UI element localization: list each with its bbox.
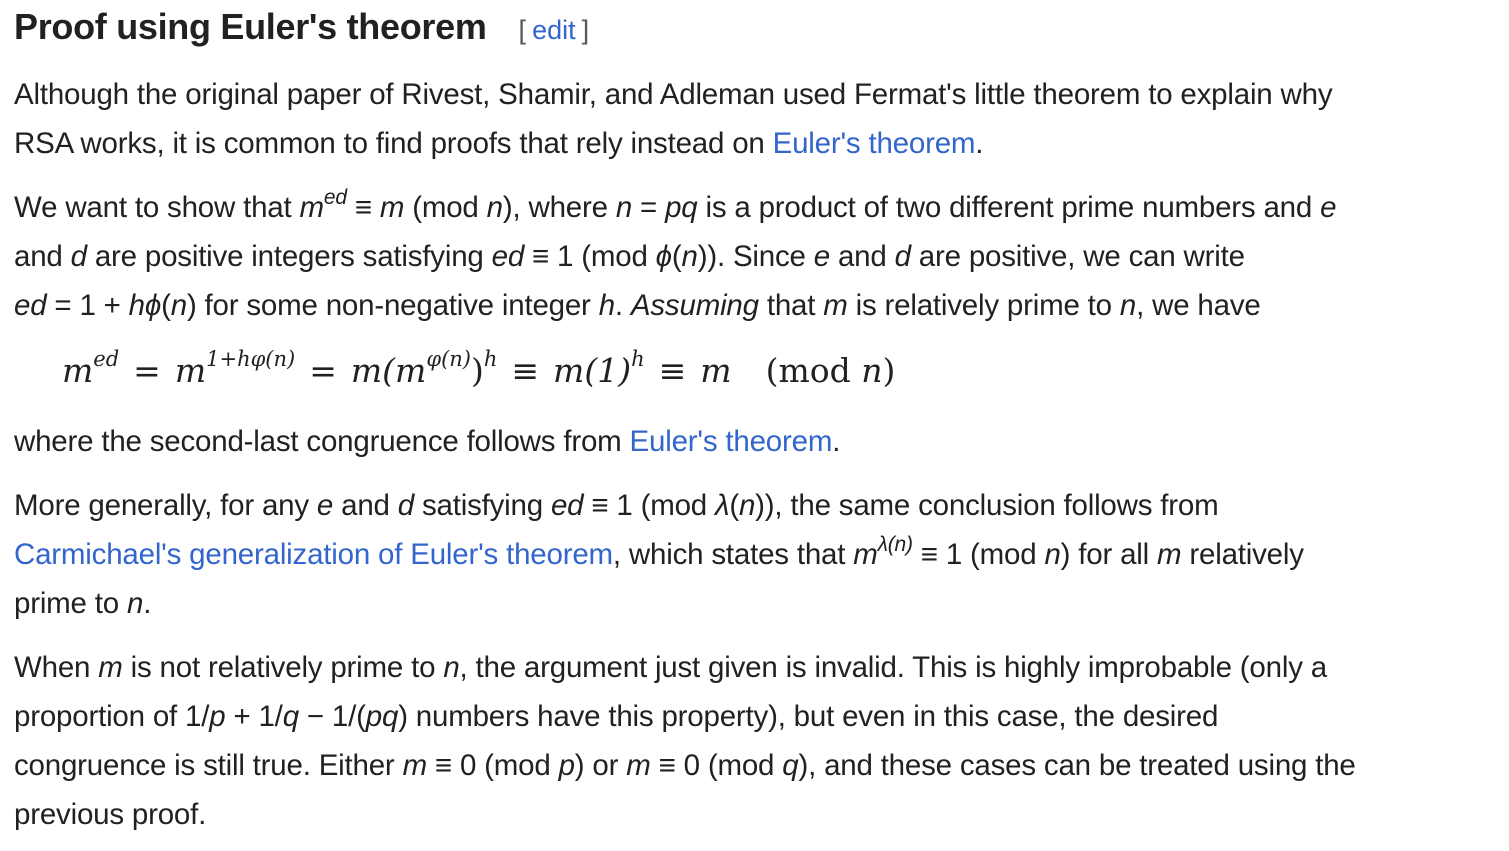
eulers-theorem-link-2[interactable]: Euler's theorem [630, 425, 833, 458]
paragraph-2-line-1: We want to show that med ≡ m (mod n), wh… [14, 186, 1337, 224]
paragraph-1-line-2: RSA works, it is common to find proofs t… [14, 127, 984, 160]
euler-congruence-equation: med = m1+hφ(n) = m(mφ(n))h ≡ m(1)h ≡ m (mod n) [62, 347, 896, 391]
section-heading: Proof using Euler's theorem [edit] [14, 6, 589, 48]
edit-link[interactable]: edit [532, 15, 576, 45]
paragraph-5-line-1: When m is not relatively prime to n, the… [14, 651, 1327, 684]
paragraph-4-line-1: More generally, for any e and d satisfyi… [14, 489, 1219, 522]
assuming-emphasis: Assuming [630, 289, 759, 322]
paragraph-4-line-2: Carmichael's generalization of Euler's t… [14, 533, 1304, 571]
edit-section: [edit] [518, 15, 590, 45]
paragraph-5-line-4: previous proof. [14, 798, 207, 831]
eulers-theorem-link[interactable]: Euler's theorem [773, 127, 976, 160]
carmichael-generalization-link[interactable]: Carmichael's generalization of Euler's t… [14, 538, 613, 571]
paragraph-5-line-3: congruence is still true. Either m ≡ 0 (… [14, 749, 1356, 782]
paragraph-3: where the second-last congruence follows… [14, 425, 841, 458]
paragraph-5-line-2: proportion of 1/p + 1/q − 1/(pq) numbers… [14, 700, 1219, 733]
paragraph-1-line-1: Although the original paper of Rivest, S… [14, 78, 1333, 111]
paragraph-2-line-2: and d are positive integers satisfying e… [14, 240, 1245, 273]
paragraph-2-line-3: ed = 1 + hϕ(n) for some non-negative int… [14, 289, 1261, 322]
paragraph-4-line-3: prime to n. [14, 587, 152, 620]
section-title: Proof using Euler's theorem [14, 6, 487, 47]
